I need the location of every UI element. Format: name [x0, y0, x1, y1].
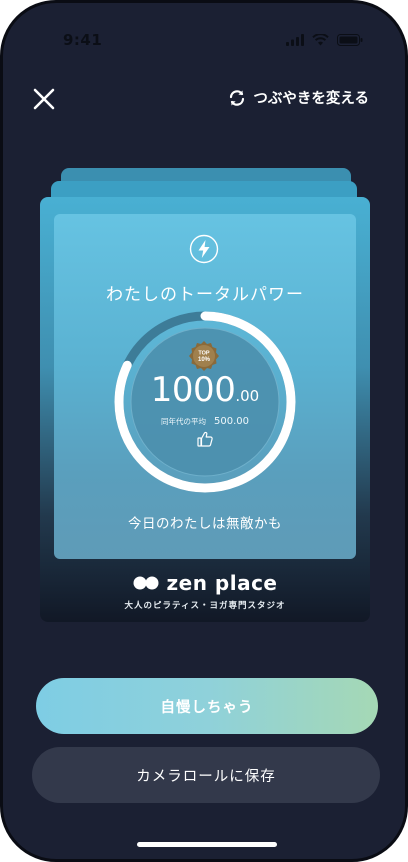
brand-subtitle: 大人のピラティス・ヨガ専門スタジオ: [124, 601, 286, 611]
change-tweet-label: つぶやきを変える: [253, 91, 369, 107]
average-value: 500.00: [214, 416, 249, 427]
badge-line1: TOP: [198, 351, 210, 357]
refresh-icon: [230, 89, 245, 106]
badge-line2: 10%: [198, 357, 211, 363]
status-icons: [286, 34, 363, 46]
score-decimal: .00: [235, 387, 260, 405]
close-button[interactable]: [31, 86, 57, 112]
change-tweet-button[interactable]: つぶやきを変える: [227, 87, 369, 108]
battery-icon: [337, 34, 363, 46]
zen-place-logo-icon: [133, 576, 158, 590]
power-card-panel: わたしのトータルパワー TOP 10% 1000.00 同年代の平均 500.00: [54, 214, 356, 559]
average-label: 同年代の平均: [161, 417, 206, 426]
average-row: 同年代の平均 500.00: [54, 416, 356, 427]
brand-name: zen place: [166, 571, 278, 595]
brand-logo: zen place: [40, 571, 370, 595]
thumbs-up-icon: [197, 431, 213, 447]
home-indicator[interactable]: [137, 842, 277, 847]
wifi-icon: [312, 34, 329, 46]
power-card: わたしのトータルパワー TOP 10% 1000.00 同年代の平均 500.00: [40, 197, 370, 622]
top-rank-badge: TOP 10%: [189, 341, 219, 371]
tweet-text: 今日のわたしは無敵かも: [128, 516, 282, 532]
signal-icon: [286, 34, 304, 46]
save-to-camera-roll-button[interactable]: カメラロールに保存: [32, 747, 380, 803]
share-button[interactable]: 自慢しちゃう: [36, 678, 378, 734]
power-score: 1000.00: [54, 370, 356, 410]
close-icon: [33, 88, 55, 110]
phone-screen: 9:41 つぶやきを変える わたしのトータルパワー TOP 10% 1000.0…: [0, 0, 408, 862]
status-bar: 9:41: [3, 31, 405, 53]
score-main: 1000: [150, 370, 236, 410]
power-title: わたしのトータルパワー: [106, 285, 304, 305]
status-time: 9:41: [63, 31, 103, 49]
bolt-icon: [189, 234, 219, 264]
